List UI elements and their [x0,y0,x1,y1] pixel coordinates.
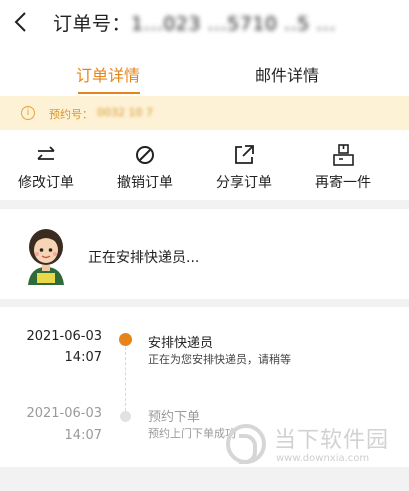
active-tab-indicator [78,92,140,94]
cancel-order-label: 撤销订单 [117,175,173,191]
timeline-connector [125,347,126,411]
timeline-desc: 预约上门下单成功 [148,427,236,440]
watermark-url: www.downxia.com [276,453,370,464]
courier-card: 正在安排快递员... [0,209,409,299]
send-again-button[interactable]: 再寄一件 [292,130,394,200]
order-title-prefix: 订单号： [53,13,132,35]
timeline-dot-active [119,333,132,346]
share-order-label: 分享订单 [216,175,272,191]
site-watermark: 当下软件园 www.downxia.com [226,420,396,480]
courier-status: 正在安排快递员... [88,250,200,266]
reservation-number: 0032 10 7 [97,106,153,119]
cancel-circle-icon [136,146,154,164]
header: 订单号：1...023 ...5710 ..5 ... [0,0,409,44]
timeline-date: 2021-06-03 [26,329,102,344]
tab-order-details[interactable]: 订单详情 [76,62,140,86]
order-title: 订单号：1...023 ...5710 ..5 ... [53,9,336,36]
back-arrow-icon[interactable] [10,10,34,34]
share-icon [235,145,254,164]
watermark-logo [226,424,266,464]
timeline-title: 安排快递员 [148,336,214,351]
tab-mail-details[interactable]: 邮件详情 [255,62,319,86]
tab-bar: 订单详情 邮件详情 [0,44,409,96]
modify-order-label: 修改订单 [18,175,74,191]
timeline-date: 2021-06-03 [26,406,102,421]
timeline-time: 14:07 [64,350,102,365]
courier-avatar [28,229,64,285]
package-icon [333,144,354,166]
modify-order-button[interactable]: 修改订单 [0,130,97,200]
timeline-time: 14:07 [64,428,102,443]
swap-arrows-icon [37,146,55,160]
timeline-desc: 正在为您安排快递员，请稍等 [148,353,291,366]
timeline-title: 预约下单 [148,410,201,425]
share-order-button[interactable]: 分享订单 [193,130,295,200]
timeline-dot-inactive [120,411,131,422]
info-icon: i [21,106,35,120]
cancel-order-button[interactable]: 撤销订单 [94,130,196,200]
reservation-notice: i 预约号： 0032 10 7 [0,96,409,130]
reservation-label: 预约号： [49,108,93,121]
action-bar: 修改订单 撤销订单 分享订单 再寄一件 [0,130,409,200]
watermark-name: 当下软件园 [274,428,390,453]
send-again-label: 再寄一件 [315,175,371,191]
order-number: 1...023 ...5710 ..5 ... [131,13,336,35]
